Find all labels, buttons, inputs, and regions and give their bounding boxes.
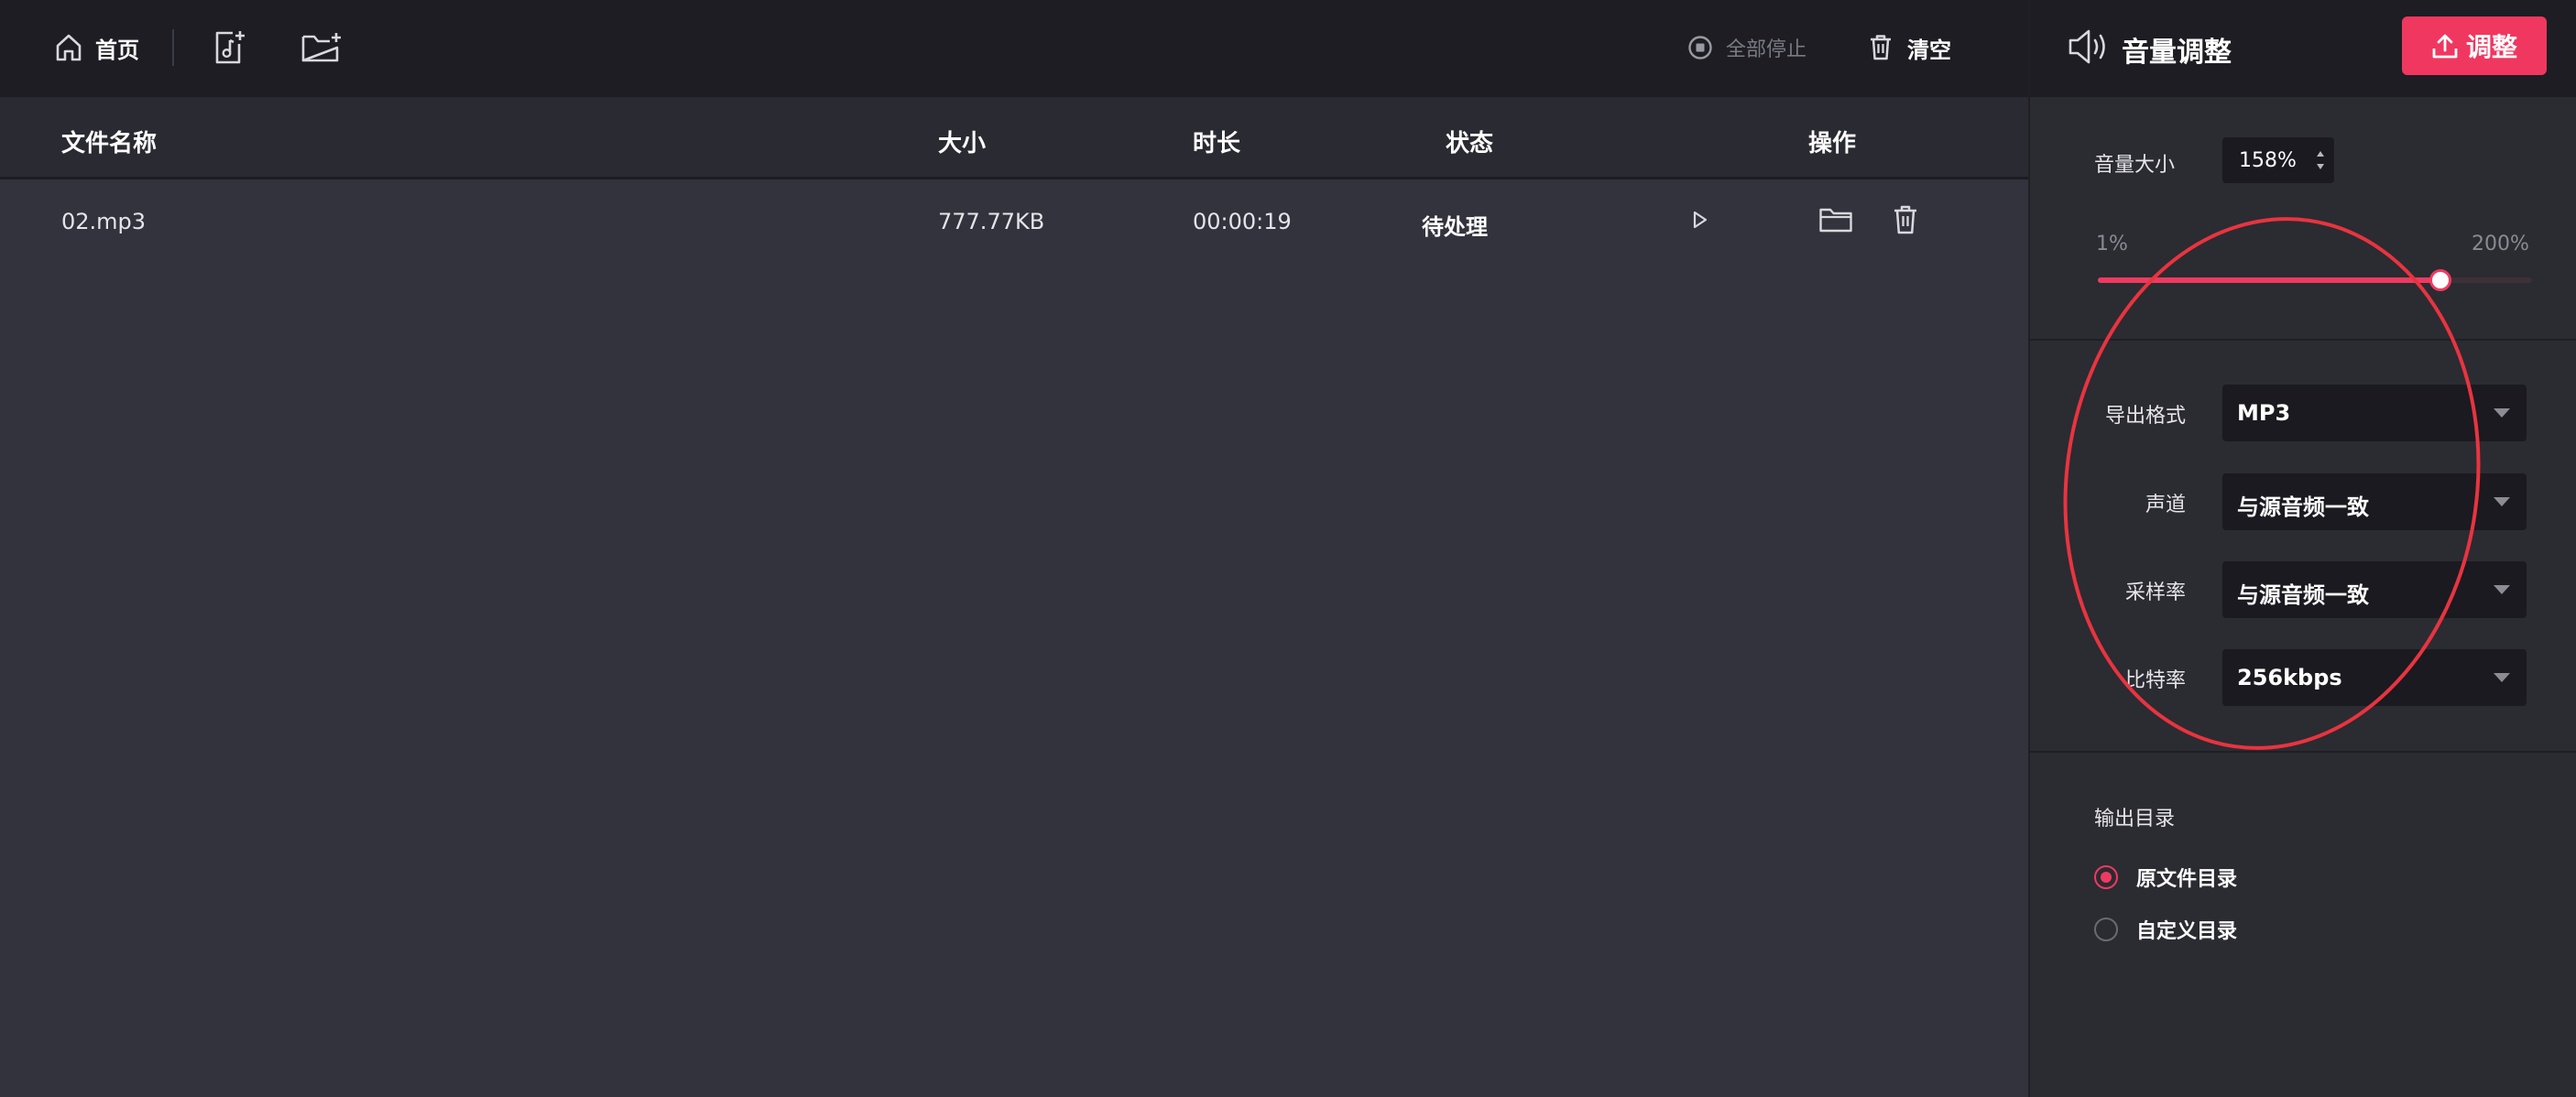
volume-slider-fill bbox=[2098, 277, 2441, 283]
clear-label: 清空 bbox=[1907, 37, 1951, 63]
app-window: 首页 全部停止 清空 文件名称 大小 时长 状态 操作 02.mp3 777.7… bbox=[0, 0, 2576, 1097]
delete-row-button[interactable] bbox=[1885, 200, 1926, 240]
spinner-arrows-icon[interactable] bbox=[2314, 147, 2327, 174]
column-header-actions: 操作 bbox=[1808, 130, 1857, 157]
toolbar: 首页 全部停止 清空 bbox=[0, 0, 2028, 97]
bitrate-select[interactable]: 256kbps bbox=[2222, 649, 2527, 706]
chevron-down-icon bbox=[2494, 585, 2510, 594]
trash-icon bbox=[1894, 205, 1916, 234]
volume-label: 音量大小 bbox=[2094, 154, 2176, 177]
add-music-icon bbox=[215, 31, 245, 64]
play-button[interactable] bbox=[1680, 200, 1720, 240]
sample-rate-label: 采样率 bbox=[2124, 581, 2186, 604]
stop-circle-icon bbox=[1688, 36, 1712, 60]
divider bbox=[2030, 339, 2576, 341]
stop-all-button[interactable]: 全部停止 bbox=[1687, 24, 1806, 71]
volume-slider-handle[interactable] bbox=[2429, 269, 2452, 291]
volume-value: 158% bbox=[2239, 148, 2297, 172]
volume-slider[interactable] bbox=[2098, 269, 2532, 291]
toolbar-divider bbox=[172, 29, 174, 66]
file-duration-cell: 00:00:19 bbox=[1193, 209, 1292, 234]
volume-input[interactable]: 158% bbox=[2222, 137, 2334, 183]
file-name-cell: 02.mp3 bbox=[61, 209, 147, 234]
format-select[interactable]: MP3 bbox=[2222, 385, 2527, 441]
channel-select[interactable]: 与源音频一致 bbox=[2222, 473, 2527, 530]
volume-settings-panel: 音量调整 调整 音量大小 158% 1% 200% 导出格式 MP3 声道 与源… bbox=[2028, 0, 2576, 1097]
radio-custom-directory[interactable]: 自定义目录 bbox=[2094, 915, 2237, 944]
radio-button[interactable] bbox=[2094, 918, 2118, 941]
folder-icon bbox=[1819, 208, 1852, 233]
volume-min-label: 1% bbox=[2096, 233, 2128, 255]
adjust-button[interactable]: 调整 bbox=[2402, 16, 2547, 75]
add-folder-button[interactable] bbox=[300, 24, 343, 71]
radio-label: 原文件目录 bbox=[2136, 868, 2238, 891]
channel-value: 与源音频一致 bbox=[2237, 494, 2369, 520]
format-label: 导出格式 bbox=[2104, 405, 2186, 428]
home-button[interactable]: 首页 bbox=[55, 24, 139, 71]
channel-label: 声道 bbox=[2145, 494, 2186, 516]
speaker-icon bbox=[2068, 29, 2105, 64]
sample-rate-value: 与源音频一致 bbox=[2237, 582, 2369, 608]
home-label: 首页 bbox=[95, 37, 139, 63]
file-size-cell: 777.77KB bbox=[938, 209, 1045, 234]
bitrate-value: 256kbps bbox=[2237, 665, 2342, 690]
radio-button[interactable] bbox=[2094, 865, 2118, 889]
column-header-duration[interactable]: 时长 bbox=[1193, 125, 1240, 158]
output-directory-label: 输出目录 bbox=[2094, 808, 2176, 831]
clear-button[interactable]: 清空 bbox=[1869, 24, 1951, 71]
radio-original-directory[interactable]: 原文件目录 bbox=[2094, 863, 2237, 892]
trash-icon bbox=[1871, 35, 1891, 60]
format-value: MP3 bbox=[2237, 400, 2291, 426]
panel-header: 音量调整 调整 bbox=[2030, 0, 2576, 97]
chevron-down-icon bbox=[2494, 673, 2510, 682]
chevron-down-icon bbox=[2494, 497, 2510, 506]
home-icon bbox=[56, 34, 82, 61]
divider bbox=[2030, 751, 2576, 753]
play-icon bbox=[1693, 211, 1708, 229]
chevron-down-icon bbox=[2494, 408, 2510, 418]
column-header-size[interactable]: 大小 bbox=[938, 125, 986, 158]
column-header-status[interactable]: 状态 bbox=[1446, 125, 1493, 158]
add-folder-icon bbox=[301, 33, 341, 62]
volume-max-label: 200% bbox=[2472, 233, 2529, 255]
stop-all-label: 全部停止 bbox=[1726, 38, 1807, 61]
file-status-cell: 待处理 bbox=[1422, 214, 1488, 240]
add-music-file-button[interactable] bbox=[213, 24, 246, 71]
upload-icon bbox=[2432, 34, 2458, 59]
table-row[interactable]: 02.mp3 777.77KB 00:00:19 待处理 bbox=[0, 179, 2028, 266]
open-folder-button[interactable] bbox=[1816, 200, 1856, 240]
bitrate-label: 比特率 bbox=[2124, 669, 2186, 692]
sample-rate-select[interactable]: 与源音频一致 bbox=[2222, 561, 2527, 618]
table-header: 文件名称 大小 时长 状态 操作 bbox=[0, 97, 2028, 179]
panel-title: 音量调整 bbox=[2122, 37, 2232, 69]
adjust-label: 调整 bbox=[2465, 32, 2517, 62]
file-list-area: 首页 全部停止 清空 文件名称 大小 时长 状态 操作 02.mp3 777.7… bbox=[0, 0, 2028, 1097]
column-header-name[interactable]: 文件名称 bbox=[61, 125, 157, 158]
radio-label: 自定义目录 bbox=[2136, 920, 2238, 943]
